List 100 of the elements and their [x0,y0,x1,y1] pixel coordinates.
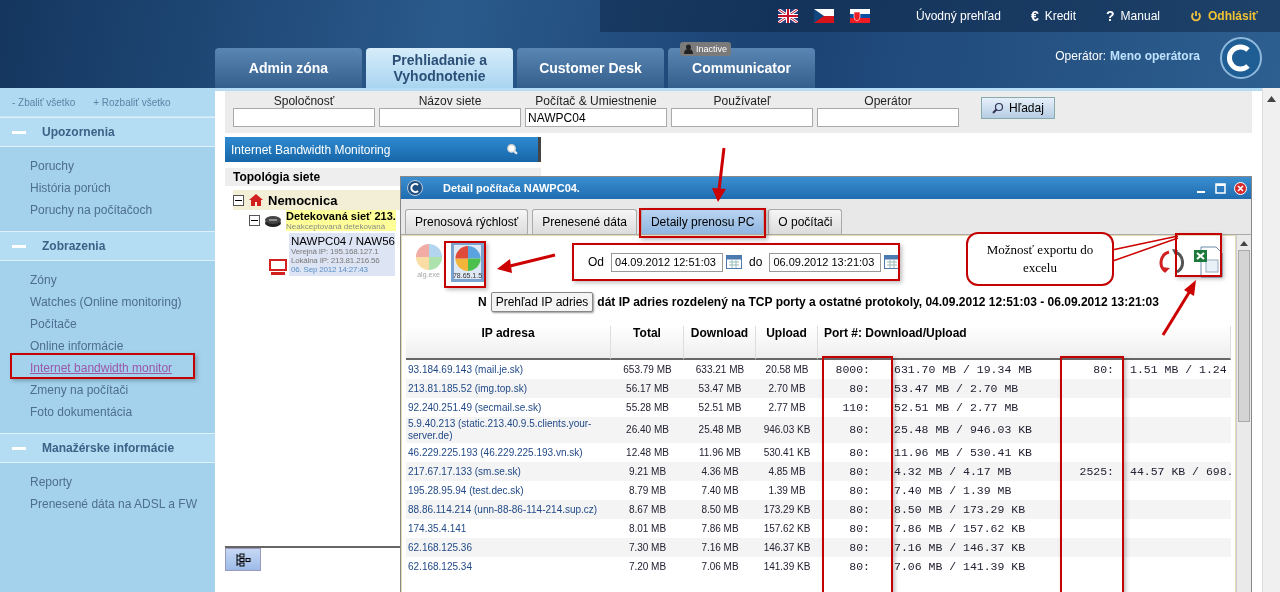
scroll-up-icon[interactable] [1240,241,1248,246]
flag-icon[interactable] [814,9,834,23]
logout-link[interactable]: Odhlásiť [1207,9,1258,23]
status-badge: Inactive [680,42,732,56]
dialog-tab[interactable]: Prenosová rýchlosť [405,209,529,234]
sidebar-item[interactable]: Počítače [30,313,77,335]
main-tab[interactable]: Customer Desk [517,48,664,88]
scrollbar[interactable] [1262,88,1280,592]
table-cell: 2525: [1079,465,1114,478]
main-tab[interactable]: Prehliadanie a Vyhodnotenie [366,48,513,88]
table-cell-text: 174.35.4.141 [407,521,468,536]
search-field[interactable] [817,108,959,127]
column-header[interactable]: Total [611,326,684,360]
sidebar-item[interactable]: Reporty [30,471,73,493]
table-cell-text: 7.86 MB [700,521,740,536]
field-label: Názov siete [418,94,482,108]
column-header[interactable]: Download [684,326,756,360]
panel-title: Internet Bandwidth Monitoring [231,142,391,157]
sidebar-item[interactable]: Poruchy na počítačoch [30,199,153,221]
table-cell-text: 530.41 KB [762,445,812,460]
sidebar-item[interactable]: Poruchy [30,155,75,177]
table-cell-text: 93.184.69.143 (mail.je.sk) [407,362,525,377]
flag-icon[interactable] [850,9,870,23]
scrollbar[interactable] [1236,235,1251,592]
table-cell-text: 4.85 MB [767,464,807,479]
sidebar-item[interactable]: História porúch [30,177,111,199]
top-link[interactable]: Manual [1120,9,1160,23]
table-cell: 80: [849,446,870,459]
search-field[interactable]: NAWPC04 [525,108,667,127]
tree-node[interactable]: Nemocnica [268,192,338,208]
table-cell-text: 2.70 MB [767,381,807,396]
expander-icon[interactable] [233,194,244,206]
main-tab[interactable]: Admin zóna [215,48,362,88]
search-button[interactable]: Hľadaj [981,97,1055,119]
tree-node[interactable]: NAWPC04 / NAW56 [291,235,395,247]
column-header[interactable]: Upload [756,326,818,360]
date-field[interactable]: 04.09.2012 12:51:03 [611,252,723,272]
sidebar-item[interactable]: Online informácie [30,335,124,357]
table-cell-text: 217.67.17.133 (sm.se.sk) [407,464,522,479]
search-field[interactable] [379,108,521,127]
section-header[interactable]: Manažérske informácie [0,433,215,463]
tree-node[interactable]: Detekovaná sieť 213. [286,210,396,222]
tree-view-button[interactable] [225,548,261,571]
table-cell: 7.86 MB / 157.62 KB [894,522,1026,535]
table-cell: 4.32 MB / 4.17 MB [894,465,1012,478]
pointer-arrow [497,253,556,273]
table-cell: 7.06 MB / 141.39 KB [894,560,1026,573]
computer-icon [269,258,287,276]
table-cell-text: 2.77 MB [767,400,807,415]
table-cell-text: 173.29 KB [762,502,812,517]
section-header[interactable]: Zobrazenia [0,231,215,261]
maximize-icon[interactable] [1215,182,1226,194]
calendar-icon[interactable] [726,255,742,269]
tree-icon [235,552,251,567]
table-cell: 52.51 MB / 2.77 MB [894,401,1019,414]
top-link[interactable]: Kredit [1044,9,1077,23]
dialog-tab[interactable]: O počítači [768,209,843,234]
section-header[interactable]: Upozornenia [0,117,215,147]
table-cell-text: 8.79 MB [627,483,668,498]
sidebar-item[interactable]: Prenesené dáta na ADSL a FW [30,493,197,515]
table-cell-text: 146.37 KB [762,540,812,555]
table-cell-text: 88.86.114.214 (unn-88-86-114-214.sup.cz) [407,502,599,517]
table-cell: 80: [849,503,870,516]
table-cell: 7.16 MB / 146.37 KB [894,541,1026,554]
column-header[interactable]: Port #: Download/Upload [818,326,1231,360]
sidebar-item[interactable]: Zmeny na počítači [30,379,129,401]
spreadsheet-icon[interactable] [1193,246,1223,278]
sidebar-item[interactable]: Foto dokumentácia [30,401,133,423]
table-cell-text: 7.30 MB [627,540,668,555]
scroll-up-icon[interactable] [1267,96,1276,102]
search-icon[interactable] [505,143,518,156]
top-link[interactable]: Úvodný prehľad [916,9,1001,23]
node-time: 06. Sep 2012 14:27:43 [291,265,369,274]
house-icon [248,193,264,207]
flag-icon[interactable] [778,9,798,23]
table-cell: 1.51 MB / 1.24 [1130,363,1227,376]
table-cell-text: 26.40 MB [625,423,670,437]
logo-icon [407,180,423,196]
link-glyph: ? [1106,8,1115,24]
date-field[interactable]: 06.09.2012 13:21:03 [769,252,882,272]
table-cell-text: 5.9.40.213 (static.213.40.9.5.clients.your-server.de) [407,417,593,443]
table-cell-text: 53.47 MB [697,381,743,396]
table-cell-text: 8.67 MB [627,502,668,517]
expander-icon[interactable] [249,215,260,226]
dialog-tab[interactable]: Prenesené dáta [532,209,637,234]
search-field[interactable] [233,108,375,127]
table-cell-text: 4.36 MB [700,464,740,479]
table-cell-text: 92.240.251.49 (secmail.se.sk) [407,400,543,415]
sidebar-item[interactable]: Watches (Online monitoring) [30,291,182,313]
table-cell-text: 157.62 KB [762,521,812,536]
table-cell: 80: [849,382,870,395]
close-icon[interactable] [1234,181,1247,195]
date-label: do [749,255,763,269]
dialog-tab[interactable]: Detaily prenosu PC [640,209,765,234]
column-header[interactable]: IP adresa [406,326,611,360]
sidebar-item[interactable]: Zóny [30,269,57,291]
table-cell-text: 653.79 MB [622,362,673,377]
field-label: Spoločnosť [273,94,335,108]
search-field[interactable] [671,108,813,127]
table-cell-text: 25.48 MB [697,423,743,437]
